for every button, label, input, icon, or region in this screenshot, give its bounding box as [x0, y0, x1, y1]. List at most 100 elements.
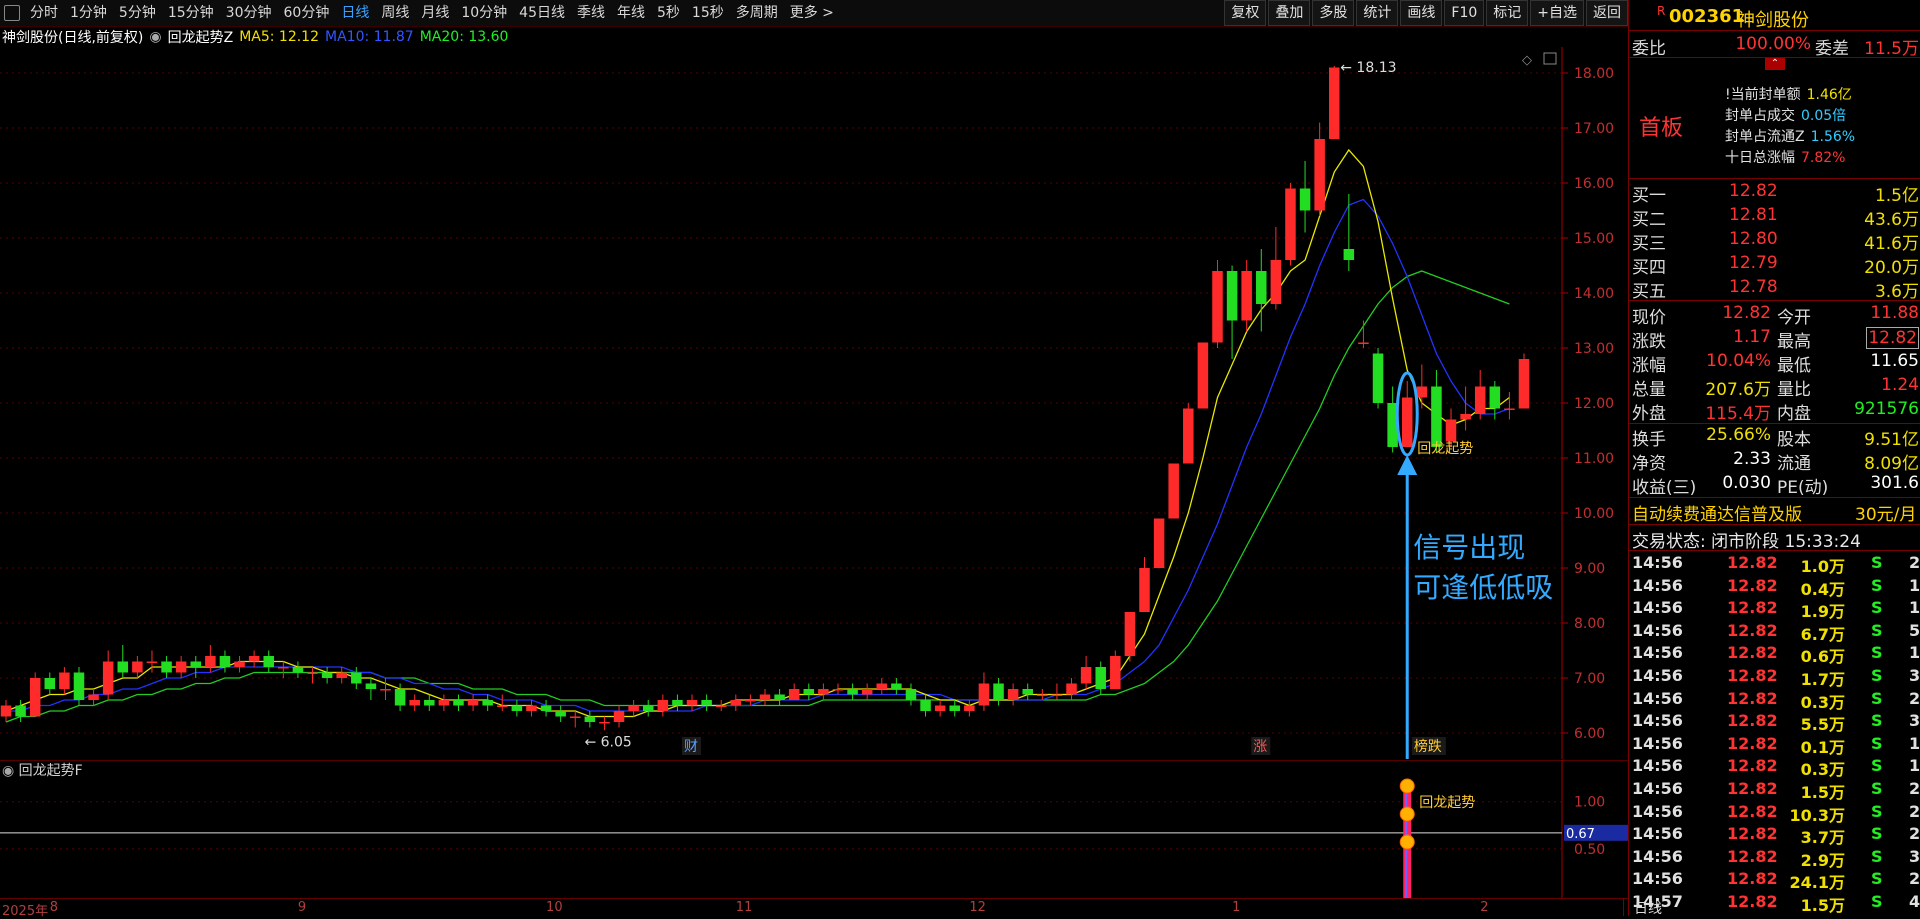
tick-row[interactable]: 14:56 12.82 0.4万 S 1	[1629, 575, 1920, 599]
tick-volume: 0.1万	[1800, 737, 1845, 757]
signal-coin-icon	[1399, 834, 1415, 850]
tick-row[interactable]: 14:56 12.82 1.9万 S 1	[1629, 598, 1920, 622]
ma10-line	[6, 198, 1510, 712]
period-tab[interactable]: 周线	[375, 0, 415, 26]
tool-button[interactable]: 返回	[1586, 0, 1628, 26]
tool-button[interactable]: 标记	[1486, 0, 1529, 26]
tool-button[interactable]: 叠加	[1268, 0, 1311, 26]
seal-line: 封单占成交 0.05倍	[1725, 105, 1846, 125]
bid-label: 买二	[1632, 210, 1666, 230]
period-tab[interactable]: 年线	[611, 0, 651, 26]
tick-time: 14:56	[1632, 598, 1683, 618]
sub-tick-label: 0.50	[1574, 842, 1605, 858]
sub-indicator-chart[interactable]: 1.00 0.500.67 回龙起势	[0, 760, 1628, 898]
tick-price: 12.82	[1727, 801, 1778, 821]
candle	[701, 700, 712, 706]
tick-row[interactable]: 14:56 12.82 0.1万 S 1	[1629, 734, 1920, 757]
tool-button[interactable]: F10	[1444, 0, 1485, 26]
price-tick-label: 13.00	[1574, 341, 1614, 357]
period-tab[interactable]: 季线	[571, 0, 611, 26]
signal-arrow-head	[1397, 455, 1418, 475]
candle	[1256, 271, 1267, 304]
candle	[1110, 656, 1121, 689]
period-tab[interactable]: 分时	[24, 0, 64, 26]
candle	[1358, 342, 1369, 344]
period-tab[interactable]: 日线	[335, 0, 375, 26]
indicator-name[interactable]: 回龙起势Z	[168, 27, 234, 47]
period-tab[interactable]: 15秒	[686, 0, 730, 26]
ad-price[interactable]: 30元/月	[1855, 500, 1916, 525]
weicha-value: 11.5万	[1864, 39, 1919, 59]
period-tab[interactable]: 60分钟	[278, 0, 336, 26]
tool-button[interactable]: 统计	[1356, 0, 1399, 26]
tick-row[interactable]: 14:56 12.82 0.6万 S 1	[1629, 643, 1920, 666]
tick-count: 1	[1909, 598, 1920, 618]
tick-row[interactable]: 14:56 12.82 24.1万 S 2	[1629, 869, 1920, 893]
tick-row[interactable]: 14:56 12.82 0.3万 S 2	[1629, 689, 1920, 712]
price-tick-label: 17.00	[1574, 121, 1614, 137]
candle	[1518, 359, 1530, 409]
period-tab[interactable]: 月线	[415, 0, 455, 26]
tick-count: 2	[1909, 553, 1920, 572]
tick-row[interactable]: 14:57 12.82 1.5万 S 4	[1629, 892, 1920, 915]
tick-time: 14:56	[1632, 846, 1683, 866]
tick-row[interactable]: 14:56 12.82 6.7万 S 5	[1629, 620, 1920, 644]
bid-volume: 41.6万	[1864, 234, 1919, 254]
quote-panel: R 002361 神剑股份 委比 100.00% 委差 11.5万 ⌃ 首板 !…	[1623, 0, 1920, 917]
period-tab[interactable]: 15分钟	[162, 0, 220, 26]
candle	[1343, 249, 1355, 260]
tick-row[interactable]: 14:56 12.82 1.7万 S 3	[1629, 666, 1920, 689]
period-tab[interactable]: 30分钟	[220, 0, 278, 26]
stat-value: 921576	[1854, 399, 1919, 419]
tool-button[interactable]: 画线	[1400, 0, 1443, 26]
stock-name: 神剑股份	[1737, 10, 1809, 31]
period-tab[interactable]: 更多 >	[784, 0, 840, 26]
time-axis-label: 10	[546, 900, 563, 915]
tick-price: 12.82	[1727, 824, 1778, 844]
period-tab[interactable]: 多周期	[730, 0, 784, 26]
stat-label: 内盘	[1777, 404, 1811, 424]
candle	[876, 683, 888, 689]
tick-row[interactable]: 14:56 12.82 10.3万 S 2	[1629, 801, 1920, 825]
candle	[44, 678, 56, 689]
day-line-tab[interactable]: 日线	[1623, 898, 1672, 917]
candle	[336, 672, 347, 678]
tick-count: 1	[1909, 756, 1920, 776]
period-tab[interactable]: 45日线	[513, 0, 571, 26]
tick-row[interactable]: 14:56 12.82 2.9万 S 3	[1629, 846, 1920, 870]
seal-line-label: 封单占流通Z	[1725, 129, 1805, 145]
seal-line: 十日总涨幅 7.82%	[1725, 147, 1845, 167]
tick-row[interactable]: 14:56 12.82 3.7万 S 2	[1629, 824, 1920, 847]
tick-volume: 1.9万	[1800, 602, 1845, 622]
weibi-row: 委比 100.00% 委差 11.5万	[1629, 34, 1920, 59]
candle	[511, 705, 523, 711]
tool-button[interactable]: 多股	[1312, 0, 1355, 26]
period-tab[interactable]: 5秒	[651, 0, 686, 26]
period-tab[interactable]: 5分钟	[113, 0, 162, 26]
period-tab[interactable]: 10分钟	[455, 0, 513, 26]
tick-row[interactable]: 14:56 12.82 1.0万 S 2	[1629, 553, 1920, 576]
candle	[584, 716, 596, 722]
ad-text[interactable]: 自动续费通达信普及版	[1632, 500, 1802, 525]
candle	[1153, 518, 1165, 568]
candlestick-chart[interactable]: 18.00 17.00 16.00 15.00 14.00 13.00 12.00 11.00…	[0, 47, 1628, 759]
tick-side: S	[1871, 620, 1883, 640]
tick-count: 2	[1909, 824, 1920, 844]
candle	[453, 700, 464, 706]
tick-row[interactable]: 14:56 12.82 5.5万 S 3	[1629, 711, 1920, 734]
candle	[307, 672, 318, 674]
menu-icon[interactable]	[4, 5, 20, 21]
tick-row[interactable]: 14:56 12.82 0.3万 S 1	[1629, 756, 1920, 779]
tool-button[interactable]: 复权	[1224, 0, 1267, 26]
period-tab[interactable]: 1分钟	[64, 0, 113, 26]
ad-row[interactable]: 自动续费通达信普及版 30元/月	[1629, 500, 1920, 525]
stock-code: 002361	[1669, 6, 1745, 27]
candle	[1226, 271, 1238, 321]
tick-side: S	[1871, 575, 1883, 595]
tick-volume: 24.1万	[1789, 873, 1845, 893]
indicator-toggle-icon[interactable]: ◉	[149, 29, 161, 45]
tick-time: 14:56	[1632, 620, 1683, 640]
tool-button[interactable]: +自选	[1530, 0, 1584, 26]
collapse-icon[interactable]: ⌃	[1765, 58, 1785, 70]
tick-row[interactable]: 14:56 12.82 1.5万 S 2	[1629, 779, 1920, 802]
